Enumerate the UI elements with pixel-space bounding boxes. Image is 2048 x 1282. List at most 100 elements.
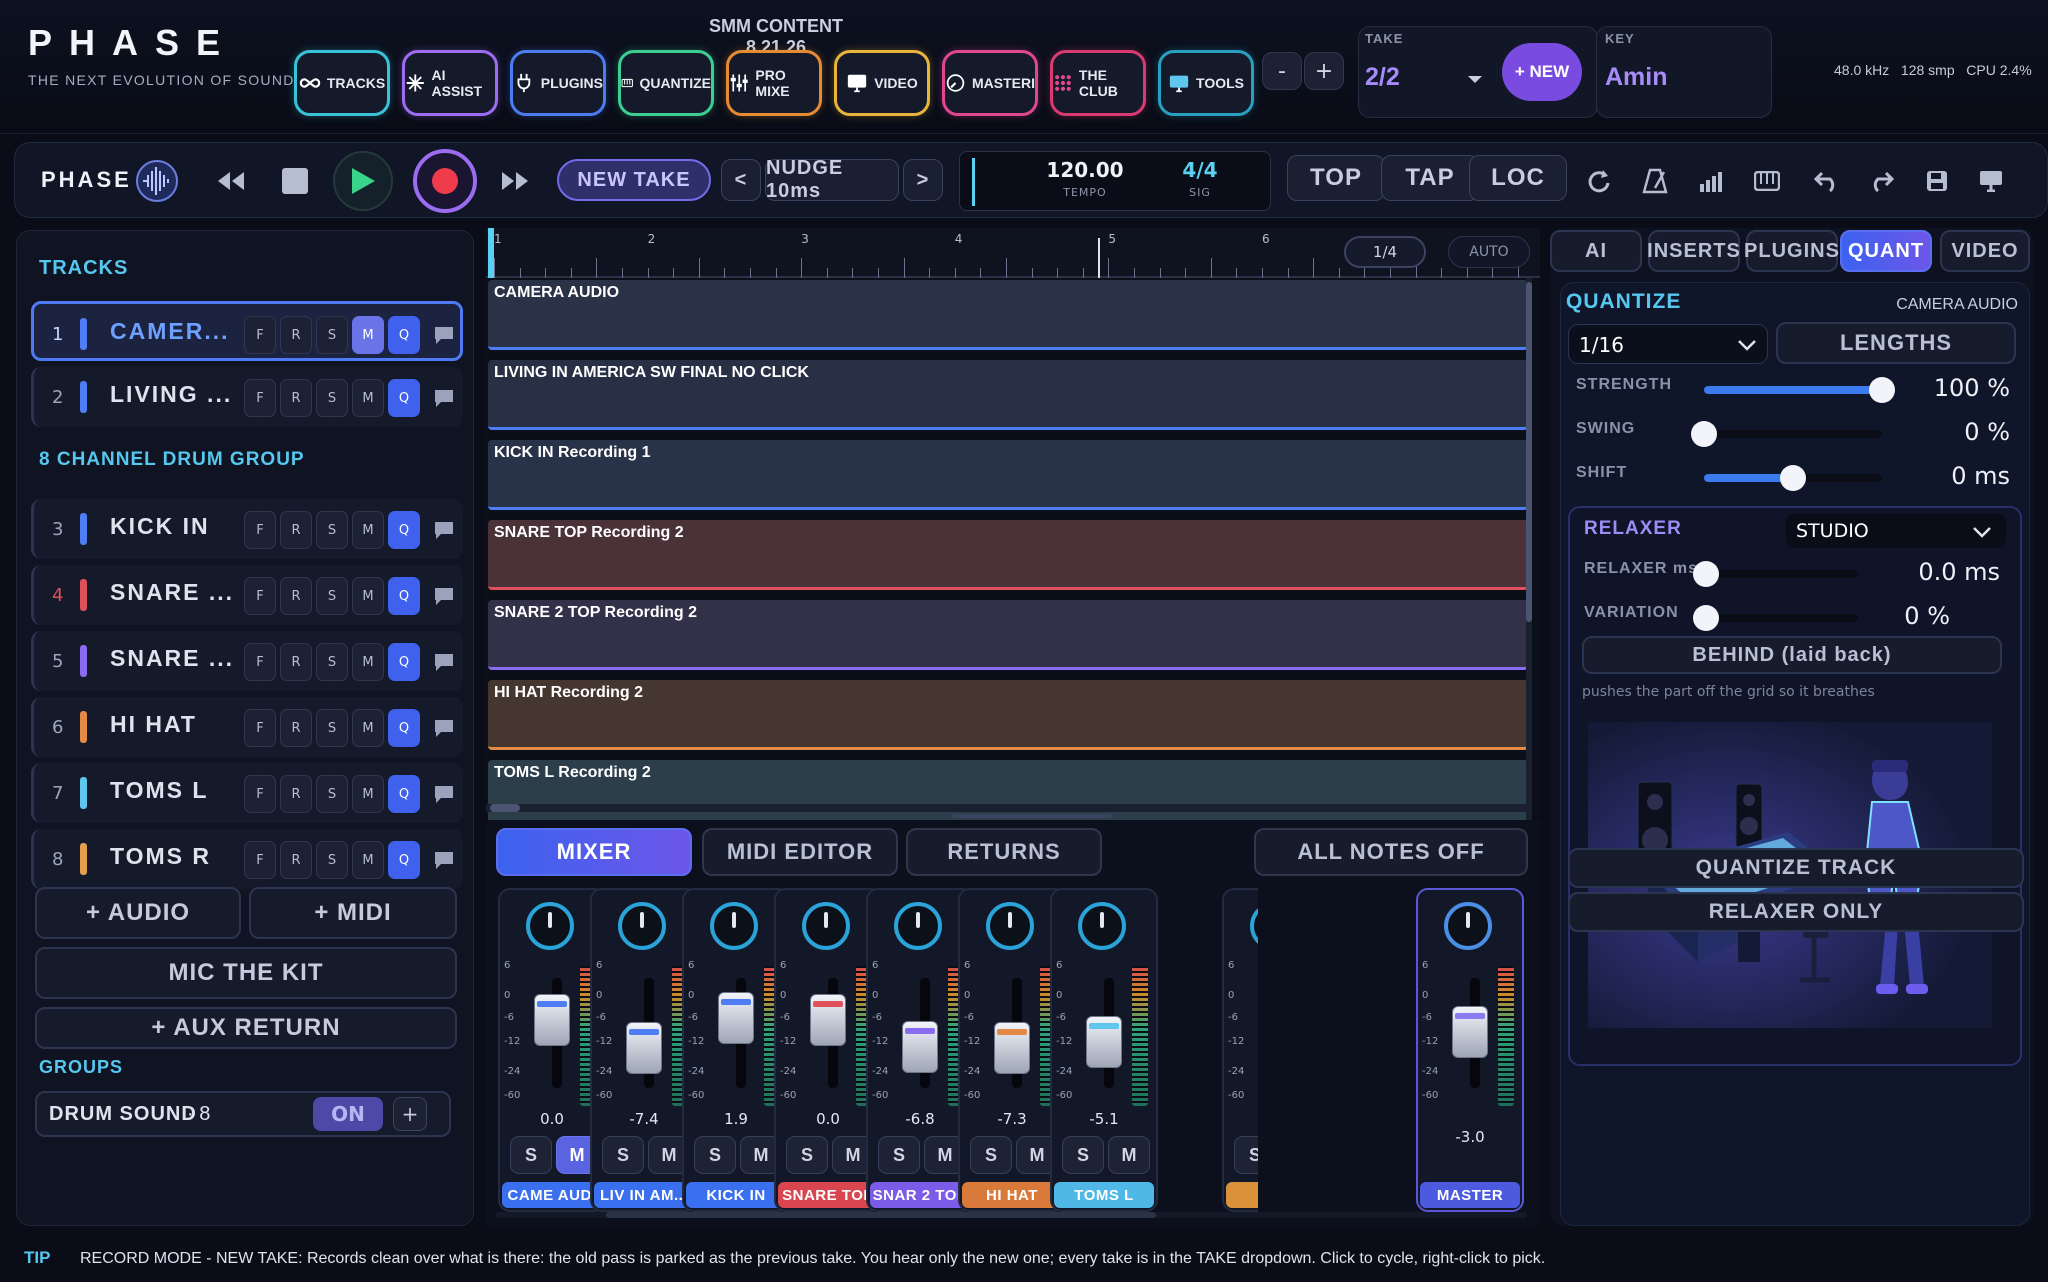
channel-label[interactable]: CAME AUDI xyxy=(502,1182,602,1208)
nav-pro-mixer-button[interactable]: PRO MIXE xyxy=(726,50,822,116)
undo-button[interactable] xyxy=(1809,163,1845,199)
track-lane-region[interactable]: SNARE TOP Recording 2 xyxy=(488,520,1528,590)
tab-midi-editor[interactable]: MIDI EDITOR xyxy=(702,828,898,876)
channel-label[interactable]: LIV IN AM... xyxy=(594,1182,694,1208)
track-s-button[interactable]: S xyxy=(316,511,348,549)
new-take-button[interactable]: + NEW xyxy=(1502,43,1582,101)
track-r-button[interactable]: R xyxy=(280,577,312,615)
pan-knob[interactable] xyxy=(710,902,758,950)
grid-division-selector[interactable]: 1/4 xyxy=(1344,236,1426,268)
pan-knob[interactable] xyxy=(986,902,1034,950)
volume-fader[interactable] xyxy=(1086,1016,1122,1068)
track-f-button[interactable]: F xyxy=(244,709,276,747)
track-f-button[interactable]: F xyxy=(244,379,276,417)
track-r-button[interactable]: R xyxy=(280,643,312,681)
loop-button[interactable] xyxy=(1581,163,1617,199)
track-m-button[interactable]: M xyxy=(352,841,384,879)
track-s-button[interactable]: S xyxy=(316,709,348,747)
shift-slider[interactable] xyxy=(1704,465,1882,491)
add-aux-return-button[interactable]: + AUX RETURN xyxy=(35,1007,457,1049)
track-name[interactable]: KICK IN xyxy=(110,513,210,540)
tab-plugins[interactable]: PLUGINS xyxy=(1744,230,1839,272)
mixer-scrollbar[interactable] xyxy=(606,1212,1156,1218)
track-q-button[interactable]: Q xyxy=(388,379,420,417)
track-comment-button[interactable] xyxy=(428,643,460,681)
solo-button[interactable]: S xyxy=(970,1136,1012,1174)
solo-button[interactable]: S xyxy=(786,1136,828,1174)
track-q-button[interactable]: Q xyxy=(388,775,420,813)
zoom-out-button[interactable]: - xyxy=(1262,52,1302,90)
add-midi-track-button[interactable]: + MIDI xyxy=(249,887,457,939)
track-f-button[interactable]: F xyxy=(244,316,276,354)
track-s-button[interactable]: S xyxy=(316,643,348,681)
rewind-button[interactable] xyxy=(211,163,251,199)
volume-fader[interactable] xyxy=(1452,1006,1488,1059)
track-r-button[interactable]: R xyxy=(280,841,312,879)
auto-scroll-button[interactable]: AUTO xyxy=(1448,236,1530,268)
track-m-button[interactable]: M xyxy=(352,709,384,747)
nudge-amount[interactable]: NUDGE 10ms xyxy=(765,157,899,202)
pan-knob[interactable] xyxy=(526,902,574,950)
pan-knob[interactable] xyxy=(1078,902,1126,950)
horizontal-scrollbar[interactable] xyxy=(490,804,520,812)
track-m-button[interactable]: M xyxy=(352,775,384,813)
tab-mixer[interactable]: MIXER xyxy=(496,828,692,876)
channel-label[interactable]: TOMS L xyxy=(1054,1182,1154,1208)
track-f-button[interactable]: F xyxy=(244,577,276,615)
new-take-mode-button[interactable]: NEW TAKE xyxy=(557,159,711,201)
track-comment-button[interactable] xyxy=(428,775,460,813)
track-row[interactable]: 3 KICK IN F R S M Q xyxy=(31,499,463,559)
meter-button[interactable] xyxy=(1693,163,1729,199)
track-s-button[interactable]: S xyxy=(316,316,348,354)
group-on-toggle[interactable]: ON xyxy=(313,1097,383,1131)
record-button[interactable] xyxy=(413,149,477,213)
resize-handle[interactable] xyxy=(952,814,1112,818)
tab-quant[interactable]: QUANT xyxy=(1840,230,1932,272)
track-comment-button[interactable] xyxy=(428,841,460,879)
track-name[interactable]: LIVING ... xyxy=(110,381,232,408)
relaxer-preset-dropdown[interactable]: STUDIO xyxy=(1786,514,2006,548)
track-s-button[interactable]: S xyxy=(316,577,348,615)
pan-knob[interactable] xyxy=(618,902,666,950)
nav-tracks-button[interactable]: TRACKS xyxy=(294,50,390,116)
track-q-button[interactable]: Q xyxy=(388,709,420,747)
track-r-button[interactable]: R xyxy=(280,709,312,747)
top-button[interactable]: TOP xyxy=(1287,155,1385,201)
channel-label[interactable]: MASTER xyxy=(1420,1182,1520,1208)
track-name[interactable]: SNARE ... xyxy=(110,645,234,672)
vertical-scrollbar[interactable] xyxy=(1526,282,1532,622)
channel-label[interactable]: T( xyxy=(1226,1182,1258,1208)
display-button[interactable] xyxy=(1973,163,2009,199)
lengths-button[interactable]: LENGTHS xyxy=(1776,322,2016,364)
group-add-button[interactable]: + xyxy=(393,1097,427,1131)
track-r-button[interactable]: R xyxy=(280,379,312,417)
stop-button[interactable] xyxy=(275,163,315,199)
mute-button[interactable]: M xyxy=(1108,1136,1150,1174)
tempo-display[interactable]: 120.00 TEMPO 4/4 SIG xyxy=(959,151,1271,211)
locate-button[interactable]: LOC xyxy=(1469,155,1567,201)
solo-button[interactable]: S xyxy=(510,1136,552,1174)
mic-the-kit-button[interactable]: MIC THE KIT xyxy=(35,947,457,999)
track-s-button[interactable]: S xyxy=(316,775,348,813)
track-row[interactable]: 8 TOMS R FRSMQ xyxy=(31,829,463,889)
track-name[interactable]: CAMER... xyxy=(110,318,230,345)
track-comment-button[interactable] xyxy=(428,577,460,615)
track-lane-region[interactable]: SNARE 2 TOP Recording 2 xyxy=(488,600,1528,670)
track-name[interactable]: HI HAT xyxy=(110,711,197,738)
track-q-button[interactable]: Q xyxy=(388,511,420,549)
track-comment-button[interactable] xyxy=(428,316,460,354)
nav-the-club-button[interactable]: THE CLUB xyxy=(1050,50,1146,116)
nav-plugins-button[interactable]: PLUGINS xyxy=(510,50,606,116)
track-row[interactable]: 4 SNARE ... F R S M Q xyxy=(31,565,463,625)
track-comment-button[interactable] xyxy=(428,709,460,747)
timeline-ruler[interactable]: 1 2 3 4 5 6 1/4 AUTO xyxy=(486,228,1540,278)
volume-fader[interactable] xyxy=(994,1022,1030,1074)
track-name[interactable]: TOMS L xyxy=(110,777,208,804)
strength-slider[interactable] xyxy=(1704,377,1895,403)
nav-tools-button[interactable]: TOOLS xyxy=(1158,50,1254,116)
track-m-button[interactable]: M xyxy=(352,511,384,549)
nav-quantize-button[interactable]: QUANTIZE xyxy=(618,50,714,116)
track-name[interactable]: SNARE ... xyxy=(110,579,234,606)
track-r-button[interactable]: R xyxy=(280,775,312,813)
volume-fader[interactable] xyxy=(810,994,846,1047)
